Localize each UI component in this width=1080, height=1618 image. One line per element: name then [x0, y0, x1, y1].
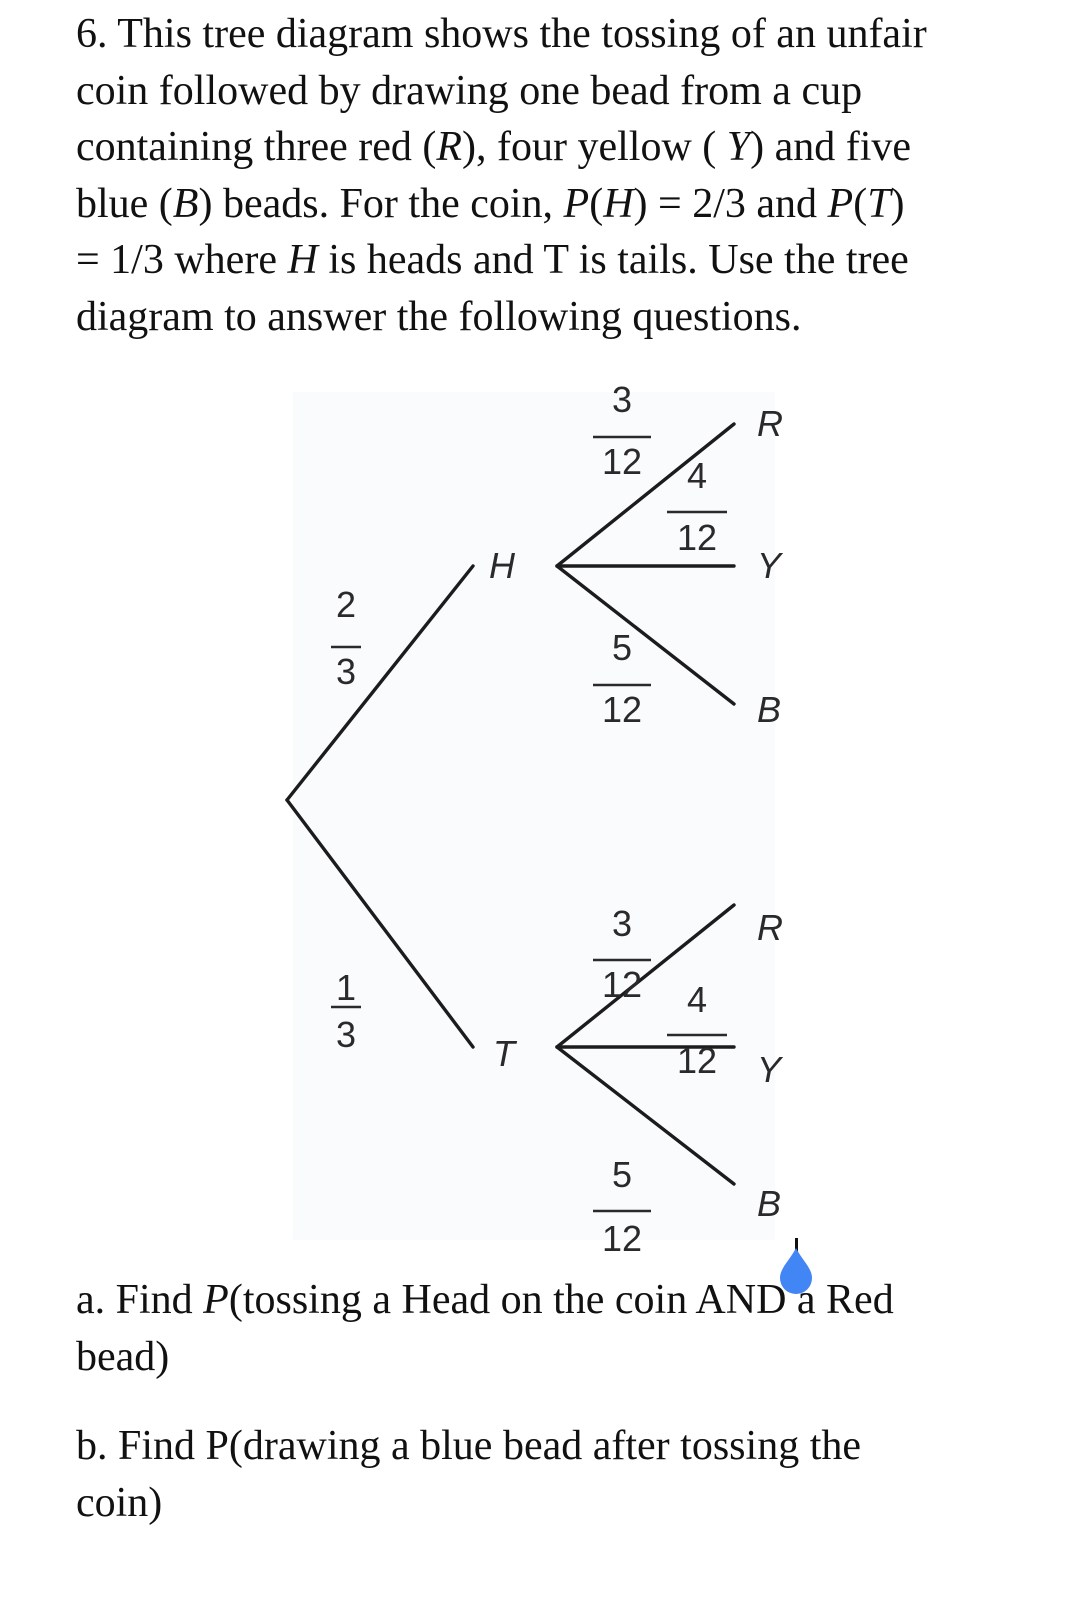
node-h-b: B: [757, 689, 781, 730]
question-part-b: b. Find P(drawing a blue bead after toss…: [76, 1418, 1036, 1531]
prob-t-num: 1: [336, 967, 356, 1008]
svg-text:12: 12: [677, 1040, 717, 1081]
prob-t: 1 3: [331, 967, 361, 1055]
question-part-a: a. Find P(tossing a Head on the coin AND…: [76, 1272, 1036, 1385]
node-t-r: R: [757, 907, 783, 948]
branch-root-t: [285, 798, 475, 1049]
node-h-r: R: [757, 403, 783, 444]
svg-text:5: 5: [612, 627, 632, 668]
text-selection-handle-icon[interactable]: [780, 1248, 812, 1294]
svg-text:12: 12: [602, 964, 642, 1005]
node-t: T: [493, 1033, 518, 1074]
branch-h-b: [555, 564, 736, 706]
svg-text:12: 12: [677, 517, 717, 558]
node-t-b: B: [757, 1183, 781, 1224]
node-h: H: [489, 545, 516, 586]
svg-text:5: 5: [612, 1154, 632, 1195]
svg-text:4: 4: [687, 979, 707, 1020]
svg-text:3: 3: [612, 903, 632, 944]
part-a-line: bead): [76, 1333, 170, 1380]
node-t-y: Y: [757, 1049, 784, 1090]
svg-text:12: 12: [602, 689, 642, 730]
branch-t-r: [555, 903, 736, 1049]
prob-t-y: 4 12: [667, 979, 727, 1081]
prob-h: 2 3: [331, 584, 361, 692]
prob-t-den: 3: [336, 1014, 356, 1055]
prob-h-num: 2: [336, 584, 356, 625]
svg-text:12: 12: [602, 1218, 642, 1259]
part-a-line: a. Find P(tossing a Head on the coin AND…: [76, 1277, 894, 1323]
svg-text:12: 12: [602, 441, 642, 482]
part-b-line: coin): [76, 1479, 163, 1526]
prob-t-b: 5 12: [593, 1154, 651, 1259]
prob-h-den: 3: [336, 651, 356, 692]
part-b-line: b. Find P(drawing a blue bead after toss…: [76, 1423, 861, 1469]
svg-text:3: 3: [612, 379, 632, 420]
prob-h-r: 3 12: [593, 379, 651, 482]
prob-h-b: 5 12: [593, 627, 651, 730]
svg-text:4: 4: [687, 455, 707, 496]
node-h-y: Y: [757, 545, 784, 586]
prob-t-r: 3 12: [593, 903, 651, 1005]
branch-root-h: [285, 564, 475, 802]
